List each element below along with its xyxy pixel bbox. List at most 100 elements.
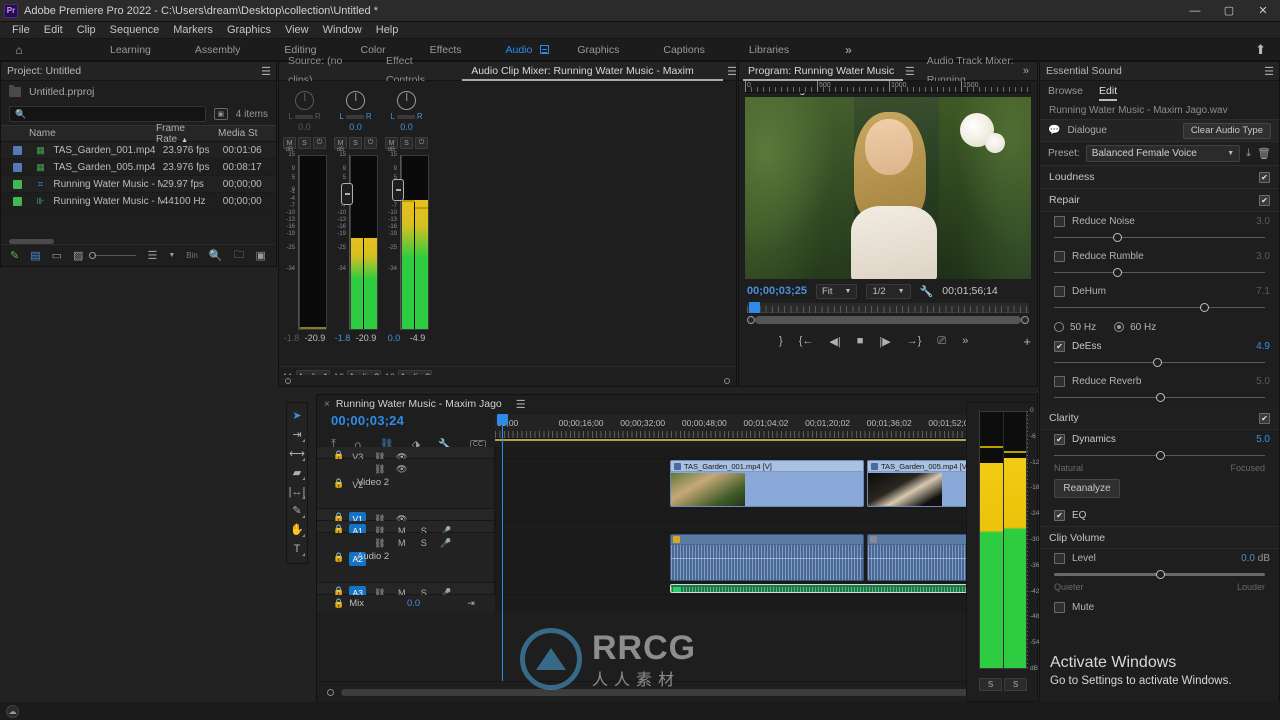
toggle-track-output-icon[interactable]: 👁 bbox=[393, 462, 410, 476]
project-file-row[interactable]: Untitled.prproj bbox=[1, 81, 276, 103]
repair-option-slider[interactable] bbox=[1054, 266, 1265, 280]
menu-item-clip[interactable]: Clip bbox=[70, 22, 103, 39]
solo-track-button[interactable]: S bbox=[415, 536, 432, 550]
lock-icon[interactable]: 🔒 bbox=[333, 598, 344, 609]
program-mini-timeline[interactable] bbox=[747, 302, 1029, 313]
slider-knob[interactable] bbox=[1199, 303, 1209, 312]
hum-radio-60hz[interactable] bbox=[1114, 322, 1125, 332]
preset-select[interactable]: Balanced Female Voice ▼ bbox=[1085, 145, 1241, 162]
slider-knob[interactable] bbox=[1155, 393, 1165, 402]
type-tool[interactable]: T bbox=[287, 539, 307, 558]
clip-volume-section-header[interactable]: Clip Volume bbox=[1040, 526, 1279, 549]
track-content-a1[interactable] bbox=[495, 521, 1037, 533]
track-content-a2[interactable] bbox=[495, 533, 1037, 583]
more-icon[interactable]: » bbox=[962, 335, 968, 347]
essential-sound-tab-browse[interactable]: Browse bbox=[1048, 81, 1083, 101]
pan-value[interactable]: 0.0 bbox=[330, 122, 381, 132]
essential-sound-tab-edit[interactable]: Edit bbox=[1099, 81, 1118, 101]
workspace-more-icon[interactable]: » bbox=[845, 43, 852, 57]
trash-icon[interactable]: 🗑 bbox=[1257, 147, 1271, 160]
clear-audio-type-button[interactable]: Clear Audio Type bbox=[1182, 122, 1271, 139]
repair-option-value[interactable]: 7.1 bbox=[1256, 286, 1270, 297]
save-preset-icon[interactable]: ⤓ bbox=[1246, 147, 1251, 160]
voice-over-record-icon[interactable]: 🎤 bbox=[437, 536, 454, 550]
repair-option-slider[interactable] bbox=[1054, 391, 1265, 405]
mixer-scroll-left-handle[interactable] bbox=[285, 378, 291, 384]
repair-section-header[interactable]: Repair ✔ bbox=[1040, 189, 1279, 212]
menu-item-markers[interactable]: Markers bbox=[166, 22, 220, 39]
hum-radio-50hz[interactable] bbox=[1054, 322, 1064, 332]
timeline-playhead[interactable] bbox=[497, 414, 508, 681]
workspace-tab-graphics[interactable]: Graphics bbox=[555, 39, 641, 61]
new-bin-icon[interactable]: Bin bbox=[186, 251, 198, 260]
maximize-button[interactable]: ▢ bbox=[1212, 0, 1246, 22]
list-view-icon[interactable]: ▤ bbox=[30, 249, 40, 262]
slider-knob[interactable] bbox=[1155, 451, 1165, 460]
repair-option-value[interactable]: 5.0 bbox=[1256, 376, 1270, 387]
razor-tool[interactable]: ✎ bbox=[287, 501, 307, 520]
pan-bar[interactable] bbox=[396, 114, 415, 119]
creative-cloud-icon[interactable]: ☁ bbox=[6, 704, 19, 718]
selection-tool[interactable]: ➤ bbox=[287, 406, 307, 425]
volume-fader[interactable] bbox=[341, 183, 353, 206]
program-video-preview[interactable] bbox=[745, 97, 1031, 279]
essential-sound-menu-icon[interactable]: ☰ bbox=[1264, 65, 1274, 78]
lock-icon[interactable]: 🔒 bbox=[333, 552, 344, 563]
freeform-view-icon[interactable]: ▨ bbox=[73, 249, 83, 262]
loudness-section-header[interactable]: Loudness ✔ bbox=[1040, 166, 1279, 189]
new-folder-icon[interactable]: 🗀 bbox=[234, 246, 245, 265]
ripple-edit-tool[interactable]: ⟷ bbox=[287, 444, 307, 463]
project-item-row[interactable]: ▦ TAS_Garden_001.mp4 23.976 fps 00:01:06 bbox=[1, 142, 276, 159]
pan-knob[interactable] bbox=[397, 91, 416, 110]
pan-knob[interactable] bbox=[346, 91, 365, 110]
slider-knob[interactable] bbox=[1113, 233, 1123, 242]
meter-solo-button-right[interactable]: S bbox=[1004, 678, 1027, 691]
record-button[interactable]: ⏻ bbox=[415, 137, 428, 149]
lock-icon[interactable]: 🔒 bbox=[333, 478, 344, 489]
workspace-grip-icon[interactable] bbox=[540, 45, 550, 54]
go-to-out-icon[interactable]: →} bbox=[907, 335, 922, 347]
chevron-down-icon[interactable]: ▼ bbox=[168, 252, 175, 259]
slider-knob[interactable] bbox=[1155, 570, 1165, 579]
program-timecode[interactable]: 00;00;03;25 bbox=[747, 285, 807, 297]
hand-tool[interactable]: ✋ bbox=[287, 520, 307, 539]
step-back-icon[interactable]: ◀| bbox=[829, 335, 840, 348]
fader-value[interactable]: -1.8 bbox=[335, 333, 351, 343]
icon-view-icon[interactable]: ▭ bbox=[52, 249, 62, 262]
pen-icon[interactable]: ✎ bbox=[10, 249, 19, 262]
repair-option-value[interactable]: 3.0 bbox=[1256, 251, 1270, 262]
find-icon[interactable]: 🔍 bbox=[209, 249, 223, 262]
pan-knob[interactable] bbox=[295, 91, 314, 110]
share-icon[interactable]: ⬆ bbox=[1255, 42, 1266, 58]
pan-value[interactable]: 0.0 bbox=[279, 122, 330, 132]
timeline-work-area-bar[interactable] bbox=[495, 439, 1023, 441]
workspace-tab-assembly[interactable]: Assembly bbox=[173, 39, 263, 61]
menu-item-graphics[interactable]: Graphics bbox=[220, 22, 278, 39]
zoom-handle-left[interactable] bbox=[747, 316, 755, 324]
slider-knob[interactable] bbox=[1113, 268, 1123, 277]
column-framerate[interactable]: Frame Rate ▲ bbox=[156, 123, 218, 145]
home-icon[interactable]: ⌂ bbox=[8, 39, 30, 61]
rolling-edit-tool[interactable]: ▰ bbox=[287, 463, 307, 482]
repair-option-value[interactable]: 4.9 bbox=[1256, 341, 1270, 352]
resolution-dropdown[interactable]: 1/2 ▼ bbox=[866, 283, 911, 299]
solo-button[interactable]: S bbox=[349, 137, 362, 149]
pan-bar[interactable] bbox=[345, 114, 364, 119]
program-playhead[interactable] bbox=[749, 302, 760, 313]
zoom-knob[interactable] bbox=[89, 252, 97, 259]
close-icon[interactable]: × bbox=[324, 399, 330, 410]
pan-bar[interactable] bbox=[294, 114, 313, 119]
track-content-a3[interactable] bbox=[495, 583, 1037, 595]
level-checkbox[interactable] bbox=[1054, 553, 1065, 564]
button-editor-icon[interactable]: + bbox=[1023, 334, 1037, 349]
dehum-checkbox[interactable] bbox=[1054, 286, 1065, 297]
project-item-row[interactable]: ⌗ Running Water Music - Maxi29.97 fps 00;0… bbox=[1, 176, 276, 193]
mixer-scroll-right-handle[interactable] bbox=[724, 378, 730, 384]
column-mediastart[interactable]: Media St bbox=[218, 128, 273, 139]
repair-option-slider[interactable] bbox=[1054, 356, 1265, 370]
mixer-tab[interactable]: Audio Clip Mixer: Running Water Music - … bbox=[462, 62, 724, 96]
deess-checkbox[interactable]: ✔ bbox=[1054, 341, 1065, 352]
workspace-tab-captions[interactable]: Captions bbox=[641, 39, 726, 61]
track-select-forward-tool[interactable]: ⇥ bbox=[287, 425, 307, 444]
clarity-section-header[interactable]: Clarity ✔ bbox=[1040, 407, 1279, 430]
